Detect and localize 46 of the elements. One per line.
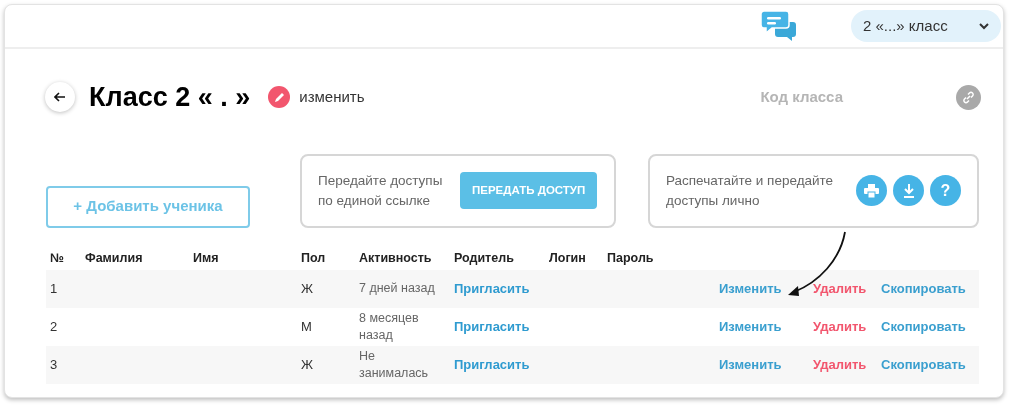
chevron-down-icon (979, 22, 989, 30)
print-description: Распечатайте и передайте доступы лично (666, 171, 835, 210)
copy-student-link[interactable]: Скопировать (881, 354, 966, 375)
back-button[interactable] (45, 82, 75, 113)
download-icon[interactable] (893, 175, 924, 206)
activity-cell-text: 8 месяцев назад (359, 309, 420, 344)
copy-student-link[interactable]: Скопировать (881, 316, 966, 337)
row-number: 2 (50, 317, 59, 336)
gender-cell-text: Ж (301, 355, 314, 374)
arrow-left-icon (54, 92, 66, 103)
class-title: Класс 2 « . » (89, 81, 251, 114)
column-header: Родитель (454, 250, 515, 268)
column-header: Фамилия (85, 250, 144, 268)
help-button[interactable]: ? (930, 175, 961, 206)
class-code-label: Код класса (760, 87, 843, 107)
column-header: № (50, 250, 65, 268)
chat-icon[interactable] (761, 10, 797, 42)
invite-parent-link[interactable]: Пригласить (454, 278, 530, 299)
gender-cell-text: Ж (301, 279, 314, 298)
column-header: Пол (301, 250, 327, 268)
edit-student-link[interactable]: Изменить (719, 316, 782, 337)
edit-class-link[interactable]: изменить (268, 86, 365, 109)
delete-student-link[interactable]: Удалить (813, 354, 867, 375)
invite-parent-link[interactable]: Пригласить (454, 316, 530, 337)
gender-cell-text: М (301, 317, 313, 336)
column-header: Имя (193, 250, 220, 268)
column-header: Активность (359, 250, 433, 268)
link-icon[interactable] (956, 84, 981, 110)
delete-student-link[interactable]: Удалить (813, 278, 867, 299)
invite-parent-link[interactable]: Пригласить (454, 354, 530, 375)
share-access-button[interactable]: ПЕРЕДАТЬ ДОСТУП (460, 172, 598, 209)
add-student-button[interactable]: + Добавить ученика (46, 185, 250, 228)
column-header: Логин (549, 250, 587, 268)
column-header: Пароль (607, 250, 655, 268)
row-number: 1 (50, 279, 59, 298)
pencil-icon (268, 86, 291, 109)
class-dropdown[interactable]: 2 «...» класс (851, 10, 1001, 42)
edit-student-link[interactable]: Изменить (719, 278, 782, 299)
edit-student-link[interactable]: Изменить (719, 354, 782, 375)
row-number: 3 (50, 355, 59, 374)
print-icon[interactable] (856, 175, 887, 206)
share-description: Передайте доступы по единой ссылке (318, 171, 444, 210)
delete-student-link[interactable]: Удалить (813, 316, 867, 337)
activity-cell-text: Не занималась (359, 347, 430, 382)
copy-student-link[interactable]: Скопировать (881, 278, 966, 299)
activity-cell-text: 7 дней назад (359, 280, 436, 297)
